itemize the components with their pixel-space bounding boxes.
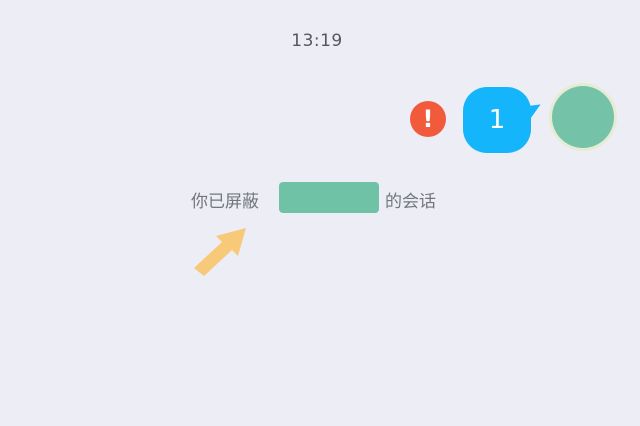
redacted-contact-name xyxy=(279,182,379,213)
message-timestamp: 13:19 xyxy=(291,31,343,51)
arrow-icon xyxy=(194,228,246,276)
notice-suffix: 的会话 xyxy=(385,192,436,212)
notice-prefix: 你已屏蔽 xyxy=(191,192,259,212)
send-failed-icon[interactable]: ! xyxy=(410,101,446,137)
chat-area: 13:19 ! 1 你已屏蔽 的会话 xyxy=(0,0,640,426)
arrow-shape xyxy=(194,228,246,276)
avatar[interactable] xyxy=(552,86,614,148)
message-bubble[interactable]: 1 xyxy=(463,87,531,153)
outgoing-message-row: ! 1 xyxy=(0,84,640,154)
blocked-conversation-notice: 你已屏蔽 的会话 xyxy=(0,182,640,214)
